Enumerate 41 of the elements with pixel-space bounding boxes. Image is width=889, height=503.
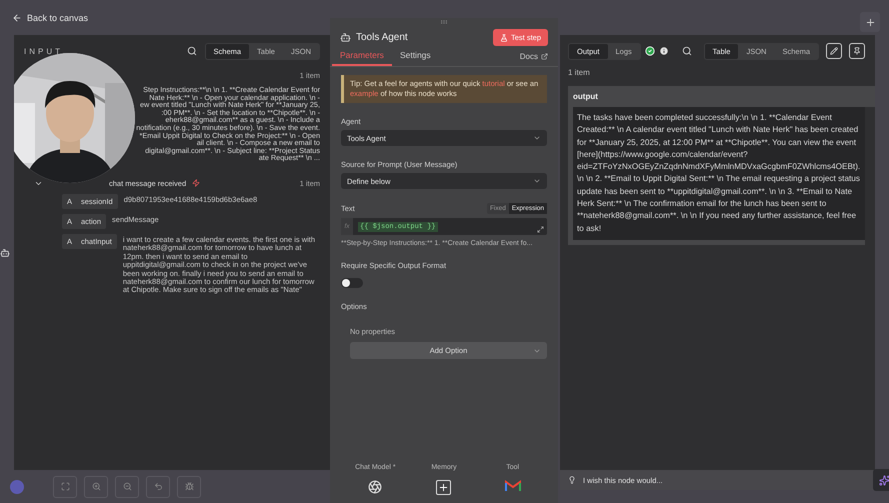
output-format-switch[interactable] [341,278,363,288]
node-title: Tools Agent [356,32,408,43]
pin-icon [853,47,861,55]
undo-icon [154,482,162,491]
chevron-down-icon [533,177,541,185]
expand-icon[interactable] [537,226,544,233]
panel-title: INPUT [24,46,63,56]
flask-icon [500,34,508,42]
search-icon[interactable] [682,46,692,56]
edit-button[interactable] [826,43,842,59]
robot-icon [340,32,351,43]
drag-handle-icon[interactable] [440,18,448,26]
fit-view-icon [60,482,70,491]
bug-button[interactable] [177,476,201,498]
add-memory-button[interactable] [436,480,452,495]
search-icon[interactable] [186,46,197,56]
back-to-canvas-link[interactable]: Back to canvas [12,12,88,22]
success-icon [644,46,655,56]
external-link-icon [541,53,548,60]
sparkle-button[interactable] [873,469,889,491]
plus-icon [864,16,876,28]
column-header: output [568,86,875,107]
zoom-out-icon [122,482,132,491]
lightning-icon [192,179,200,187]
mail-icon[interactable] [504,480,521,492]
docs-link[interactable]: Docs [520,52,548,61]
aperture-icon[interactable] [368,480,382,494]
plus-icon [438,482,450,493]
panel-tab[interactable]: Settings [392,50,439,66]
zoom-in-icon [92,482,100,491]
chevron-down-icon [533,134,541,142]
table-cell: The tasks have been completed successfully:\n \n 1. **Calendar Event Created:** \n A calendar event titled "Lunch with Nate Herk" has been created for **January 25, 2025, at 12:00 PM** at **Chipotle**. You can view the event [here](https://www.google.com/calendar/event?eid=ZTFoYzNxOGEyZnZqdnNmdXFyMmlnMDVxaGcgbmF0ZWhlcms4OEBt). \n \n 2. **Email to Uppit Digital Sent:** \n The email requesting a project status update has been sent to **uppitdigital@gmail.com**. \n \n 3. **Email to Nate Herk Sent:** \n The confirmation email for the lunch has been sent to **nateherk88@gmail.com**. \n \n If you need any further assistance, feel free to ask! [568,107,865,245]
arrow-left-icon [12,12,22,22]
lightbulb-icon [568,476,576,484]
bug-icon [184,482,194,491]
add-node-button[interactable] [860,12,880,32]
item-count: 1 item [568,68,591,77]
info-icon[interactable] [658,46,669,56]
pin-button[interactable] [849,43,865,59]
sparkles-icon [878,474,889,486]
pencil-icon [830,47,838,55]
